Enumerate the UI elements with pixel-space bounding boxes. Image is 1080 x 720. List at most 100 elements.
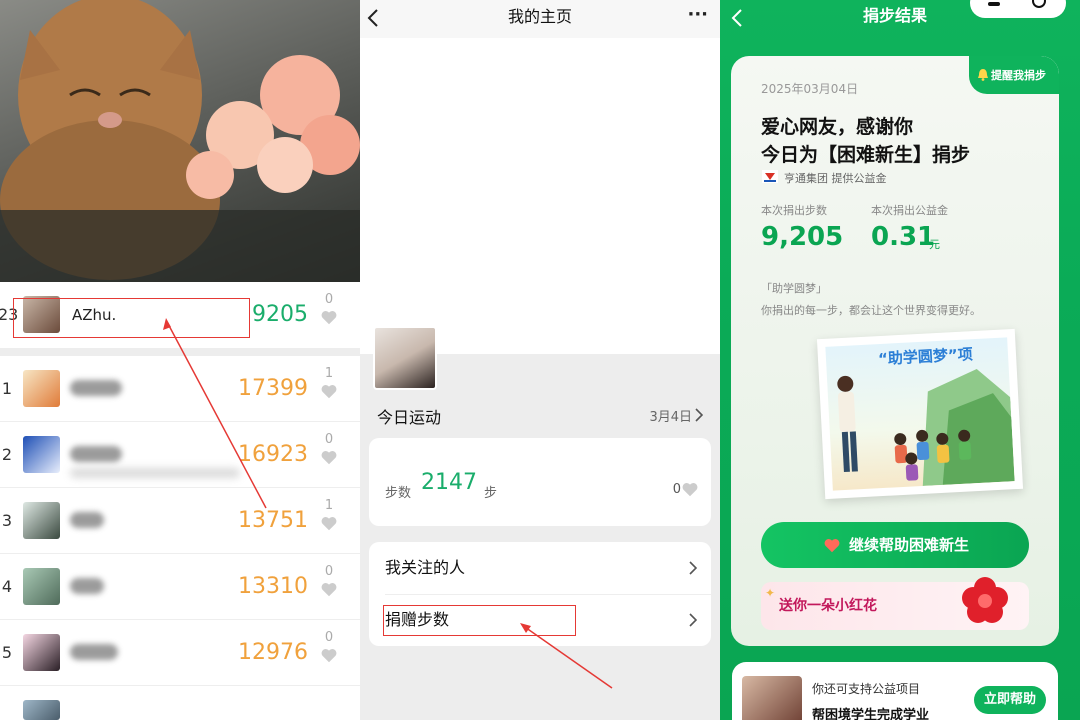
- steps-unit: 步: [484, 486, 498, 501]
- support-project-name: 帮困境学生完成学业: [812, 708, 930, 720]
- blurred-name: [70, 578, 104, 594]
- profile-cover: [360, 38, 720, 354]
- donated-steps: 9,205: [761, 222, 844, 252]
- menu-item-following[interactable]: 我关注的人: [369, 542, 711, 594]
- blurred-name: [70, 512, 104, 528]
- flower-label: 送你一朵小红花: [779, 598, 877, 614]
- fund-unit: 元: [929, 238, 940, 251]
- donation-date: 2025年03月04日: [761, 82, 859, 96]
- red-flower-banner[interactable]: 送你一朵小红花 ✦: [761, 577, 1029, 630]
- donated-fund: 0.31: [871, 222, 936, 252]
- section-divider: [0, 348, 360, 356]
- project-desc: 你捐出的每一步，都会让这个世界变得更好。: [761, 304, 981, 317]
- rank-number: 1: [1, 379, 13, 398]
- profile-panel: 我的主页 ··· 今日运动 3月4日 步数 2147 步 0 我关注的人 捐赠步…: [360, 0, 720, 720]
- continue-help-label: 继续帮助困难新生: [849, 536, 970, 554]
- thanks-line1: 爱心网友，感谢你: [761, 116, 914, 138]
- blurred-signature: [70, 468, 240, 478]
- nav-bar: 我的主页 ···: [360, 0, 720, 38]
- like-button[interactable]: 1: [316, 366, 342, 399]
- heart-icon: [321, 385, 337, 399]
- today-steps-card[interactable]: 步数 2147 步 0: [369, 438, 711, 526]
- red-flower-icon: [962, 577, 1008, 623]
- more-icon[interactable]: [988, 2, 1000, 6]
- chevron-right-icon: [689, 613, 697, 627]
- continue-help-button[interactable]: 继续帮助困难新生: [761, 522, 1029, 568]
- step-count: 16923: [238, 442, 308, 467]
- thanks-line2: 今日为【困难新生】捐步: [761, 144, 971, 166]
- heart-icon[interactable]: [681, 481, 699, 497]
- like-button[interactable]: 0: [316, 432, 342, 465]
- project-thumbnail: [742, 676, 802, 720]
- avatar[interactable]: [23, 436, 60, 473]
- today-label: 今日运动: [377, 408, 442, 427]
- leaderboard-panel: 23 AZhu. 9205 0 1 17399 1 2 16923 0 3 13…: [0, 0, 360, 720]
- avatar[interactable]: [23, 502, 60, 539]
- like-count: 0: [324, 432, 334, 447]
- today-date[interactable]: 3月4日: [649, 406, 692, 425]
- like-count: 0: [324, 564, 334, 579]
- blurred-name: [70, 446, 122, 462]
- rank-number: 2: [1, 445, 13, 464]
- like-button[interactable]: 1: [316, 498, 342, 531]
- like-button[interactable]: 0: [316, 292, 342, 325]
- like-count: 1: [324, 498, 334, 513]
- help-now-label: 立即帮助: [983, 692, 1036, 707]
- support-label: 你还可支持公益项目: [812, 682, 921, 696]
- step-count: 9205: [252, 302, 308, 327]
- result-card: 提醒我捐步 2025年03月04日 爱心网友，感谢你 今日为【困难新生】捐步 亨…: [731, 56, 1059, 646]
- steps-label: 本次捐出步数: [761, 204, 827, 217]
- rank-row[interactable]: 3 13751 1: [0, 488, 360, 554]
- sponsor-text: 亨通集团 提供公益金: [784, 172, 887, 185]
- sponsor-logo: [762, 170, 778, 183]
- heart-icon: [321, 311, 337, 325]
- step-count: 13310: [238, 574, 308, 599]
- avatar[interactable]: [23, 568, 60, 605]
- steps-prefix: 步数: [385, 486, 412, 501]
- project-tag: 「助学圆梦」: [761, 282, 827, 295]
- rank-number: 23: [0, 305, 19, 324]
- rank-row[interactable]: 1 17399 1: [0, 356, 360, 422]
- poster-illustration: “助学圆梦”项: [825, 337, 1015, 491]
- like-count: 0: [324, 292, 334, 307]
- avatar[interactable]: [23, 370, 60, 407]
- heart-icon: [321, 451, 337, 465]
- cover-photo: [0, 0, 360, 282]
- like-button[interactable]: 0: [316, 564, 342, 597]
- remind-label: 提醒我捐步: [991, 69, 1046, 82]
- project-poster[interactable]: “助学圆梦”项: [816, 328, 1024, 500]
- help-now-button[interactable]: 立即帮助: [974, 686, 1046, 714]
- step-count: 12976: [238, 640, 308, 665]
- blurred-name: [70, 380, 122, 396]
- more-icon[interactable]: ···: [687, 0, 708, 30]
- rank-row[interactable]: 2 16923 0: [0, 422, 360, 488]
- heart-icon: [321, 517, 337, 531]
- close-icon[interactable]: [1032, 0, 1046, 8]
- bell-icon: [978, 69, 988, 81]
- sparkle-icon: ✦: [765, 586, 776, 600]
- fund-label: 本次捐出公益金: [871, 204, 948, 217]
- like-button[interactable]: 0: [316, 630, 342, 663]
- support-project-card[interactable]: 你还可支持公益项目 帮困境学生完成学业 立即帮助: [732, 662, 1058, 720]
- heart-icon: [824, 539, 840, 553]
- step-count: 13751: [238, 508, 308, 533]
- profile-avatar[interactable]: [373, 326, 437, 390]
- like-count: 0: [324, 630, 334, 645]
- menu-label: 我关注的人: [385, 558, 466, 577]
- rank-row[interactable]: 4 13310 0: [0, 554, 360, 620]
- rank-number: 5: [1, 643, 13, 662]
- chevron-right-icon: [689, 561, 697, 575]
- cat-flowers-image: [0, 0, 360, 282]
- steps-value: 2147: [421, 470, 477, 495]
- capsule-menu[interactable]: [970, 0, 1066, 18]
- page-title: 我的主页: [507, 7, 572, 26]
- avatar[interactable]: [23, 634, 60, 671]
- remind-button[interactable]: 提醒我捐步: [969, 56, 1059, 94]
- rank-number: 3: [1, 511, 13, 530]
- heart-icon: [321, 583, 337, 597]
- result-panel: 捐步结果 提醒我捐步 2025年03月04日 爱心网友，感谢你 今日为【困难新生…: [720, 0, 1080, 720]
- chevron-right-icon[interactable]: [695, 408, 703, 422]
- highlight-box: [13, 298, 250, 338]
- avatar[interactable]: [23, 700, 60, 720]
- rank-row[interactable]: 5 12976 0: [0, 620, 360, 686]
